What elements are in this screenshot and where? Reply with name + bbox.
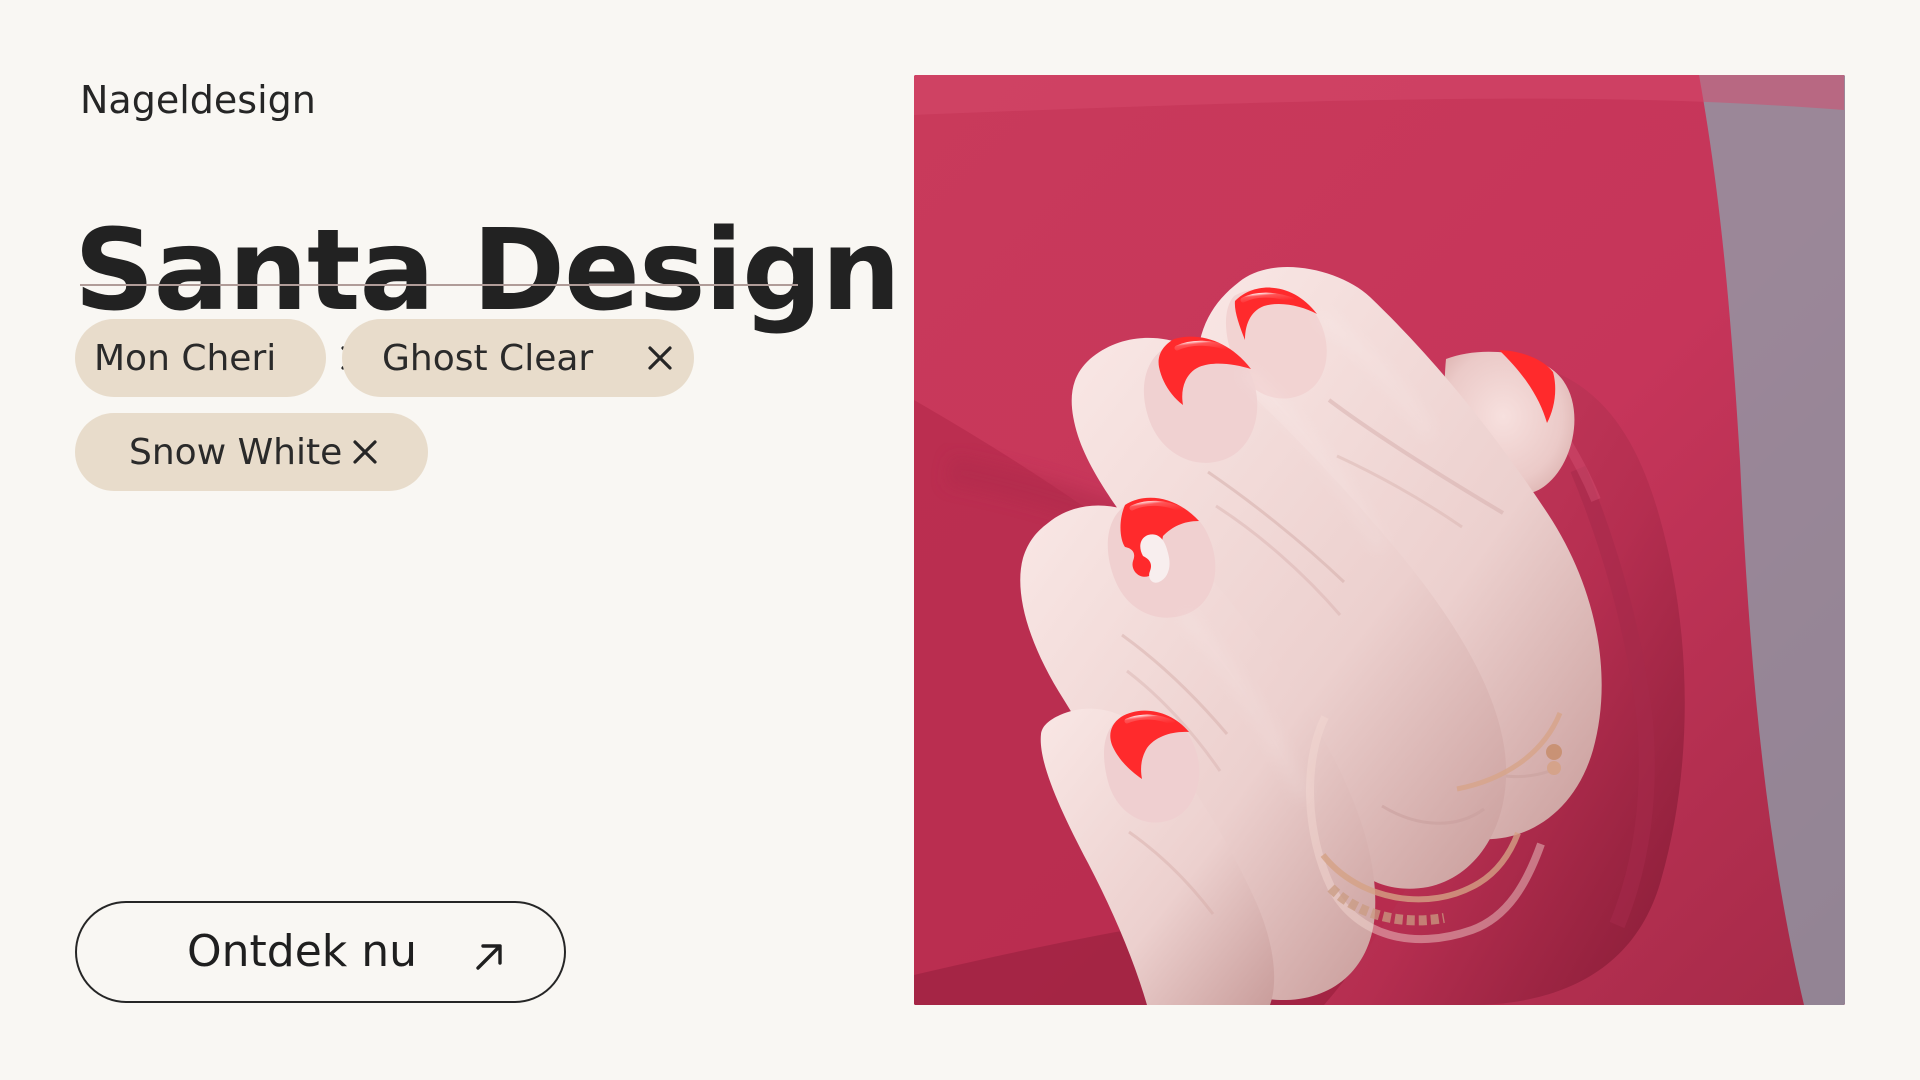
design-details: Nageldesign Santa Design Mon Cheri Ghost… — [0, 0, 901, 1080]
color-tag-mon-cheri: Mon Cheri — [75, 319, 365, 397]
color-tag-snow-white: Snow White — [75, 413, 428, 491]
tag-label: Ghost Clear — [382, 337, 594, 379]
tag-label: Snow White — [129, 431, 343, 473]
discover-now-label: Ontdek nu — [187, 926, 418, 977]
manicure-photo — [914, 75, 1845, 1005]
arrow-up-right-icon — [471, 939, 507, 975]
close-icon[interactable] — [646, 344, 674, 372]
category-label: Nageldesign — [80, 78, 316, 122]
close-icon[interactable] — [351, 438, 379, 466]
discover-now-button[interactable]: Ontdek nu — [75, 901, 566, 1003]
tag-label: Mon Cheri — [94, 337, 277, 379]
title-divider — [80, 284, 798, 286]
color-tag-ghost-clear: Ghost Clear — [342, 319, 694, 397]
